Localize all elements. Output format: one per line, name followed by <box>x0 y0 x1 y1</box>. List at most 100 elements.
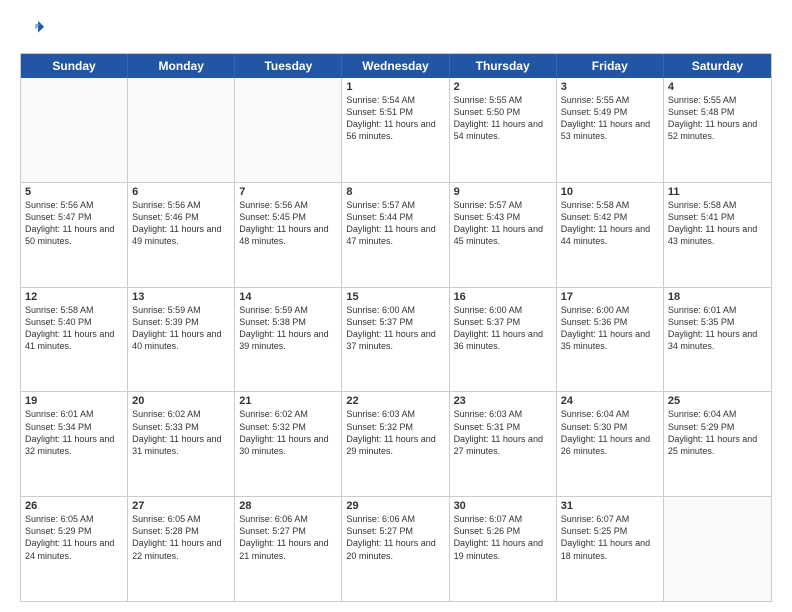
cell-info-text: Sunrise: 6:01 AM Sunset: 5:34 PM Dayligh… <box>25 408 123 457</box>
calendar-cell: 4Sunrise: 5:55 AM Sunset: 5:48 PM Daylig… <box>664 78 771 182</box>
cell-info-text: Sunrise: 5:55 AM Sunset: 5:50 PM Dayligh… <box>454 94 552 143</box>
cell-day-number: 11 <box>668 186 767 198</box>
cell-day-number: 16 <box>454 291 552 303</box>
calendar-cell: 15Sunrise: 6:00 AM Sunset: 5:37 PM Dayli… <box>342 288 449 392</box>
cell-info-text: Sunrise: 6:00 AM Sunset: 5:37 PM Dayligh… <box>454 304 552 353</box>
calendar-cell: 1Sunrise: 5:54 AM Sunset: 5:51 PM Daylig… <box>342 78 449 182</box>
calendar-cell: 19Sunrise: 6:01 AM Sunset: 5:34 PM Dayli… <box>21 392 128 496</box>
calendar-week-row: 26Sunrise: 6:05 AM Sunset: 5:29 PM Dayli… <box>21 496 771 601</box>
header <box>20 18 772 45</box>
cell-day-number: 22 <box>346 395 444 407</box>
calendar-day-header: Thursday <box>450 54 557 78</box>
cell-info-text: Sunrise: 6:02 AM Sunset: 5:32 PM Dayligh… <box>239 408 337 457</box>
cell-day-number: 2 <box>454 81 552 93</box>
calendar-cell: 31Sunrise: 6:07 AM Sunset: 5:25 PM Dayli… <box>557 497 664 601</box>
calendar-cell: 17Sunrise: 6:00 AM Sunset: 5:36 PM Dayli… <box>557 288 664 392</box>
cell-day-number: 14 <box>239 291 337 303</box>
cell-info-text: Sunrise: 5:58 AM Sunset: 5:41 PM Dayligh… <box>668 199 767 248</box>
calendar-cell: 20Sunrise: 6:02 AM Sunset: 5:33 PM Dayli… <box>128 392 235 496</box>
calendar-cell: 8Sunrise: 5:57 AM Sunset: 5:44 PM Daylig… <box>342 183 449 287</box>
cell-info-text: Sunrise: 5:58 AM Sunset: 5:40 PM Dayligh… <box>25 304 123 353</box>
calendar-week-row: 19Sunrise: 6:01 AM Sunset: 5:34 PM Dayli… <box>21 391 771 496</box>
cell-info-text: Sunrise: 5:58 AM Sunset: 5:42 PM Dayligh… <box>561 199 659 248</box>
logo <box>20 18 44 45</box>
cell-day-number: 31 <box>561 500 659 512</box>
cell-info-text: Sunrise: 5:56 AM Sunset: 5:47 PM Dayligh… <box>25 199 123 248</box>
calendar-day-header: Friday <box>557 54 664 78</box>
calendar-cell <box>21 78 128 182</box>
cell-info-text: Sunrise: 5:55 AM Sunset: 5:49 PM Dayligh… <box>561 94 659 143</box>
cell-day-number: 29 <box>346 500 444 512</box>
calendar-day-header: Monday <box>128 54 235 78</box>
calendar-cell: 13Sunrise: 5:59 AM Sunset: 5:39 PM Dayli… <box>128 288 235 392</box>
cell-day-number: 8 <box>346 186 444 198</box>
cell-day-number: 3 <box>561 81 659 93</box>
calendar-cell: 22Sunrise: 6:03 AM Sunset: 5:32 PM Dayli… <box>342 392 449 496</box>
cell-day-number: 15 <box>346 291 444 303</box>
calendar-cell: 6Sunrise: 5:56 AM Sunset: 5:46 PM Daylig… <box>128 183 235 287</box>
calendar-cell: 11Sunrise: 5:58 AM Sunset: 5:41 PM Dayli… <box>664 183 771 287</box>
cell-info-text: Sunrise: 6:07 AM Sunset: 5:26 PM Dayligh… <box>454 513 552 562</box>
cell-info-text: Sunrise: 6:00 AM Sunset: 5:36 PM Dayligh… <box>561 304 659 353</box>
cell-day-number: 17 <box>561 291 659 303</box>
cell-day-number: 26 <box>25 500 123 512</box>
cell-day-number: 9 <box>454 186 552 198</box>
cell-day-number: 27 <box>132 500 230 512</box>
logo-icon <box>22 18 44 40</box>
cell-info-text: Sunrise: 5:54 AM Sunset: 5:51 PM Dayligh… <box>346 94 444 143</box>
cell-info-text: Sunrise: 5:57 AM Sunset: 5:43 PM Dayligh… <box>454 199 552 248</box>
cell-info-text: Sunrise: 6:00 AM Sunset: 5:37 PM Dayligh… <box>346 304 444 353</box>
calendar-cell: 23Sunrise: 6:03 AM Sunset: 5:31 PM Dayli… <box>450 392 557 496</box>
calendar-cell: 3Sunrise: 5:55 AM Sunset: 5:49 PM Daylig… <box>557 78 664 182</box>
calendar-cell <box>128 78 235 182</box>
calendar-cell: 7Sunrise: 5:56 AM Sunset: 5:45 PM Daylig… <box>235 183 342 287</box>
cell-day-number: 18 <box>668 291 767 303</box>
cell-info-text: Sunrise: 5:57 AM Sunset: 5:44 PM Dayligh… <box>346 199 444 248</box>
cell-day-number: 13 <box>132 291 230 303</box>
cell-info-text: Sunrise: 5:59 AM Sunset: 5:38 PM Dayligh… <box>239 304 337 353</box>
cell-day-number: 21 <box>239 395 337 407</box>
calendar: SundayMondayTuesdayWednesdayThursdayFrid… <box>20 53 772 602</box>
calendar-cell: 9Sunrise: 5:57 AM Sunset: 5:43 PM Daylig… <box>450 183 557 287</box>
calendar-day-header: Wednesday <box>342 54 449 78</box>
cell-info-text: Sunrise: 6:04 AM Sunset: 5:30 PM Dayligh… <box>561 408 659 457</box>
cell-day-number: 1 <box>346 81 444 93</box>
cell-day-number: 30 <box>454 500 552 512</box>
cell-info-text: Sunrise: 6:06 AM Sunset: 5:27 PM Dayligh… <box>239 513 337 562</box>
cell-day-number: 24 <box>561 395 659 407</box>
calendar-cell: 12Sunrise: 5:58 AM Sunset: 5:40 PM Dayli… <box>21 288 128 392</box>
calendar-cell: 14Sunrise: 5:59 AM Sunset: 5:38 PM Dayli… <box>235 288 342 392</box>
calendar-cell: 28Sunrise: 6:06 AM Sunset: 5:27 PM Dayli… <box>235 497 342 601</box>
cell-day-number: 25 <box>668 395 767 407</box>
cell-info-text: Sunrise: 6:03 AM Sunset: 5:31 PM Dayligh… <box>454 408 552 457</box>
cell-info-text: Sunrise: 6:05 AM Sunset: 5:29 PM Dayligh… <box>25 513 123 562</box>
cell-info-text: Sunrise: 5:56 AM Sunset: 5:46 PM Dayligh… <box>132 199 230 248</box>
cell-info-text: Sunrise: 6:07 AM Sunset: 5:25 PM Dayligh… <box>561 513 659 562</box>
calendar-cell: 21Sunrise: 6:02 AM Sunset: 5:32 PM Dayli… <box>235 392 342 496</box>
calendar-header: SundayMondayTuesdayWednesdayThursdayFrid… <box>21 54 771 78</box>
cell-info-text: Sunrise: 6:01 AM Sunset: 5:35 PM Dayligh… <box>668 304 767 353</box>
calendar-cell: 29Sunrise: 6:06 AM Sunset: 5:27 PM Dayli… <box>342 497 449 601</box>
calendar-cell: 30Sunrise: 6:07 AM Sunset: 5:26 PM Dayli… <box>450 497 557 601</box>
cell-day-number: 4 <box>668 81 767 93</box>
cell-day-number: 20 <box>132 395 230 407</box>
calendar-cell: 24Sunrise: 6:04 AM Sunset: 5:30 PM Dayli… <box>557 392 664 496</box>
calendar-cell: 27Sunrise: 6:05 AM Sunset: 5:28 PM Dayli… <box>128 497 235 601</box>
cell-info-text: Sunrise: 6:05 AM Sunset: 5:28 PM Dayligh… <box>132 513 230 562</box>
calendar-cell <box>235 78 342 182</box>
cell-day-number: 28 <box>239 500 337 512</box>
cell-day-number: 23 <box>454 395 552 407</box>
cell-info-text: Sunrise: 5:59 AM Sunset: 5:39 PM Dayligh… <box>132 304 230 353</box>
calendar-day-header: Saturday <box>664 54 771 78</box>
cell-day-number: 12 <box>25 291 123 303</box>
cell-info-text: Sunrise: 6:02 AM Sunset: 5:33 PM Dayligh… <box>132 408 230 457</box>
page: SundayMondayTuesdayWednesdayThursdayFrid… <box>0 0 792 612</box>
calendar-cell <box>664 497 771 601</box>
calendar-week-row: 5Sunrise: 5:56 AM Sunset: 5:47 PM Daylig… <box>21 182 771 287</box>
calendar-cell: 2Sunrise: 5:55 AM Sunset: 5:50 PM Daylig… <box>450 78 557 182</box>
cell-day-number: 10 <box>561 186 659 198</box>
calendar-cell: 26Sunrise: 6:05 AM Sunset: 5:29 PM Dayli… <box>21 497 128 601</box>
calendar-body: 1Sunrise: 5:54 AM Sunset: 5:51 PM Daylig… <box>21 78 771 601</box>
cell-day-number: 5 <box>25 186 123 198</box>
calendar-cell: 18Sunrise: 6:01 AM Sunset: 5:35 PM Dayli… <box>664 288 771 392</box>
